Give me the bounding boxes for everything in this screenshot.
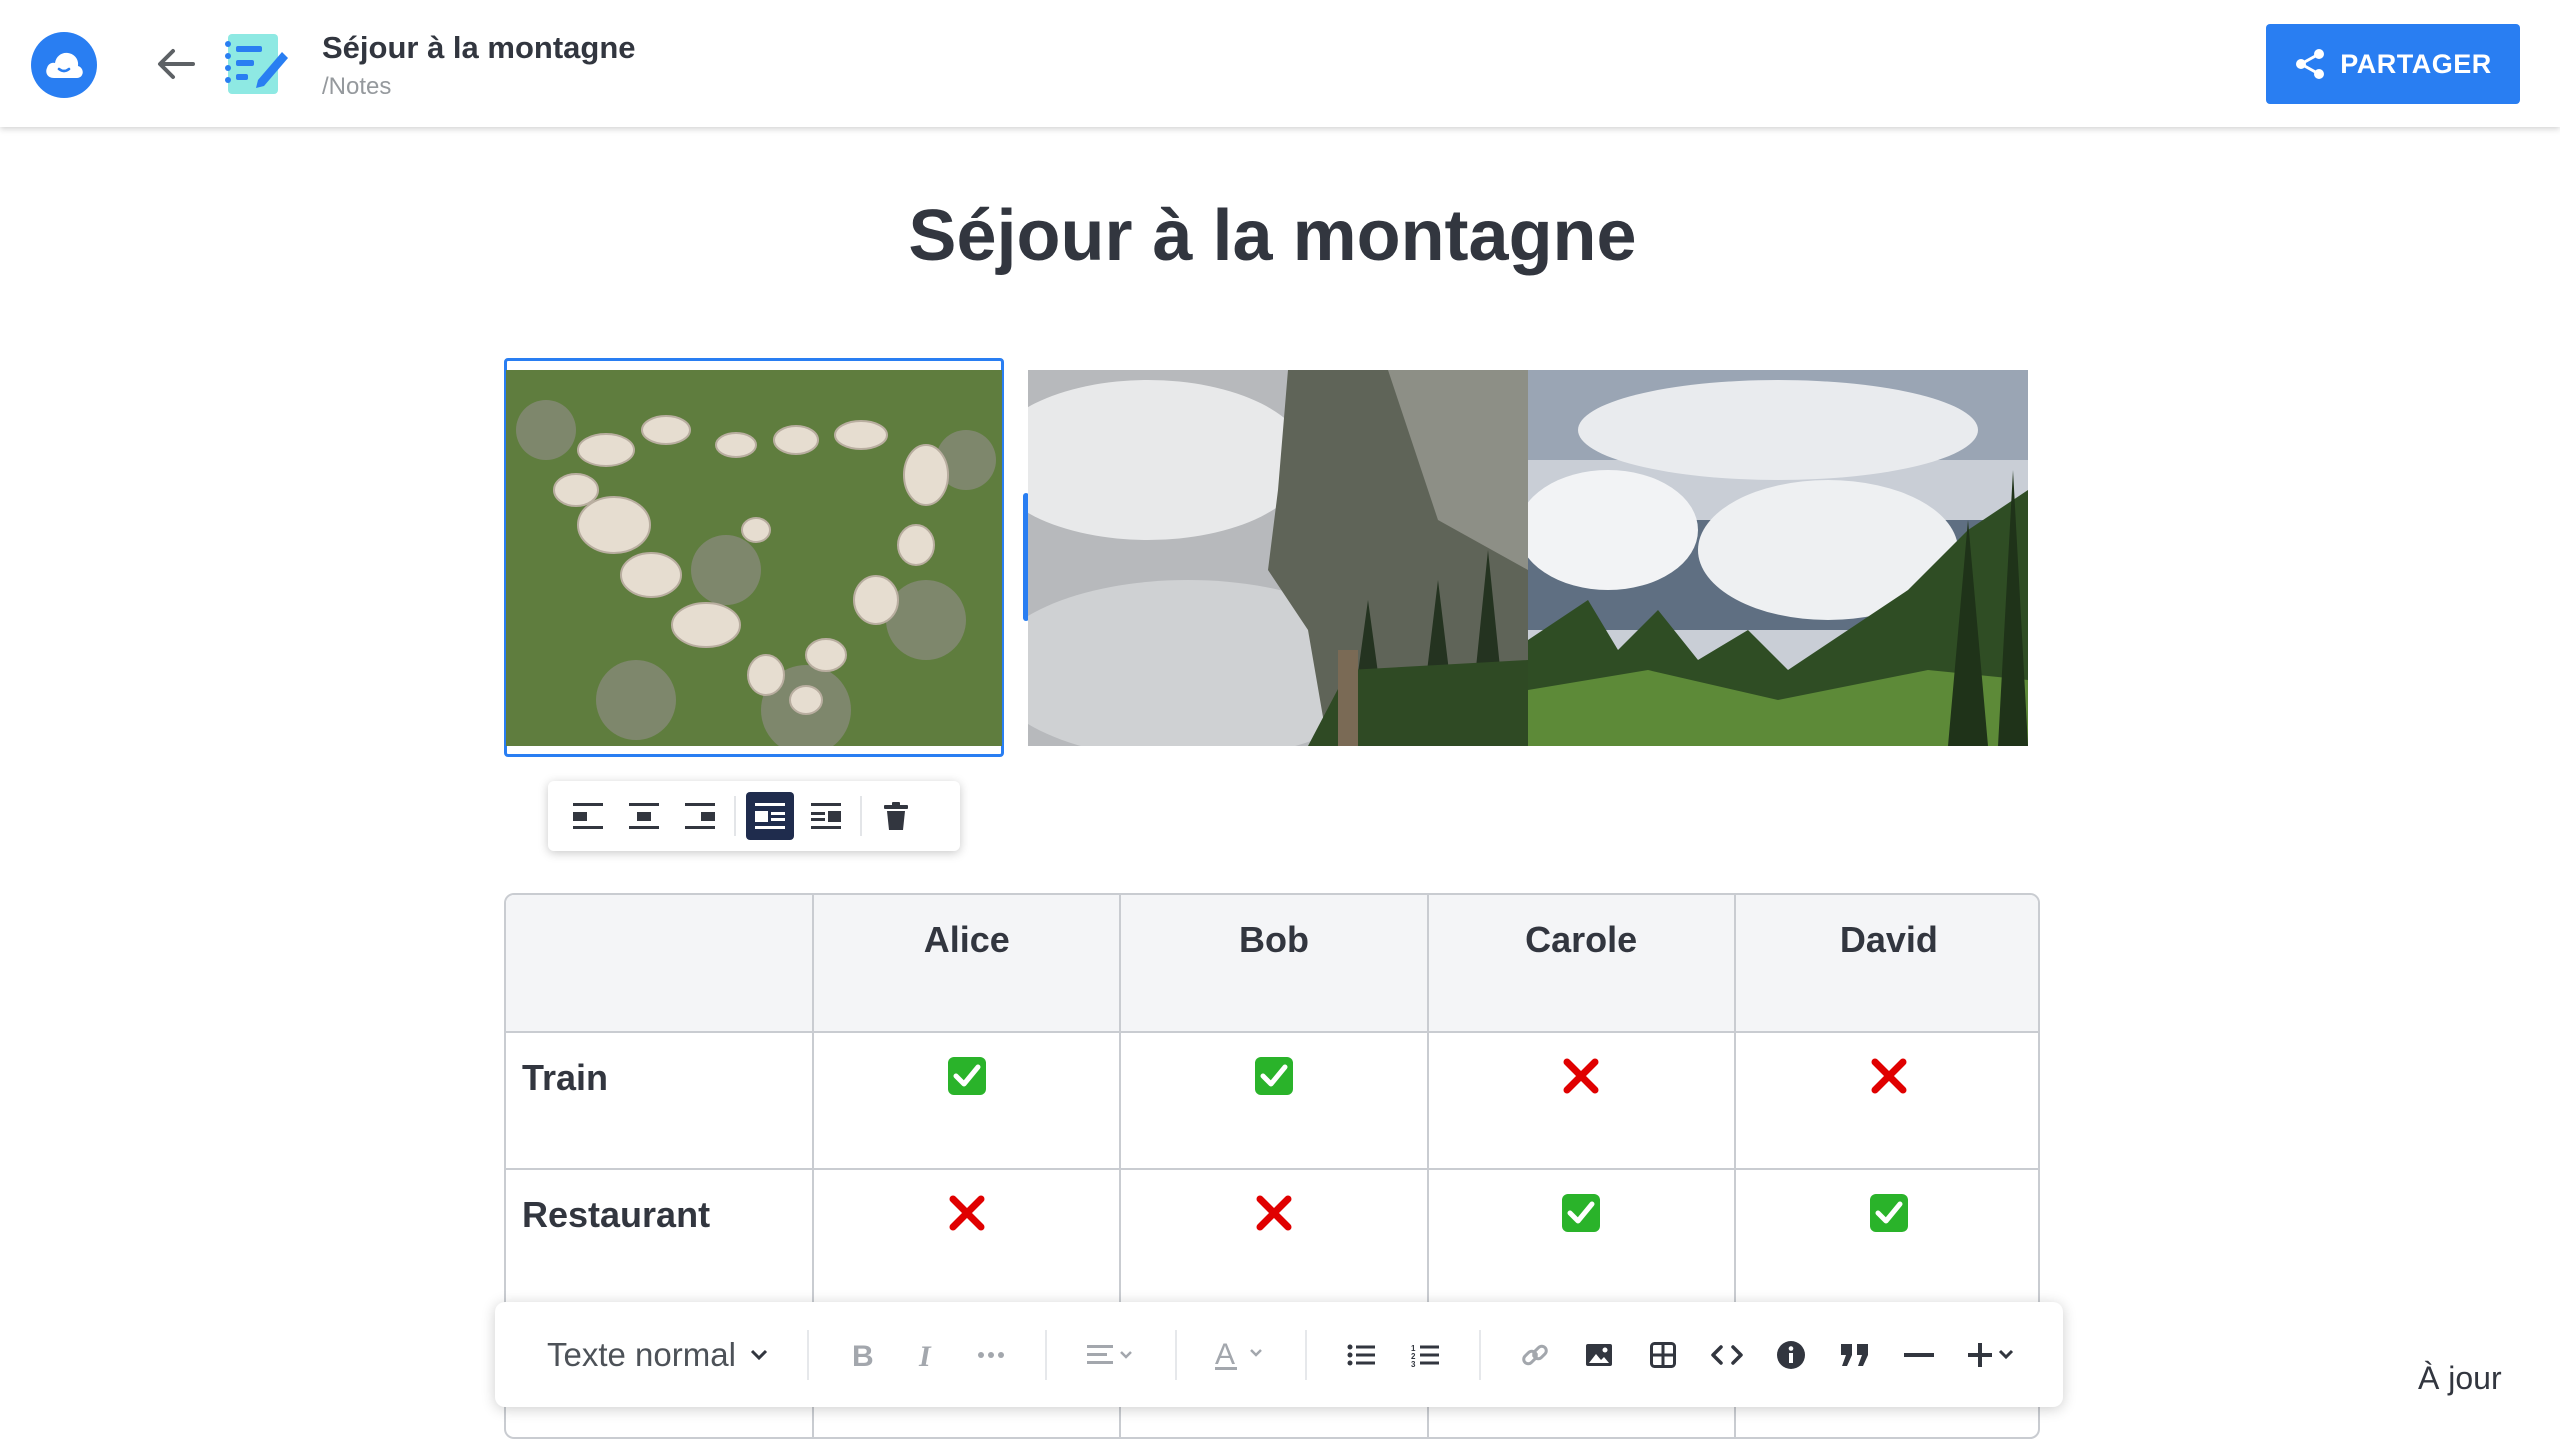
toolbar-divider bbox=[1045, 1329, 1047, 1380]
header-doc-path[interactable]: /Notes bbox=[322, 73, 391, 101]
italic-icon: I bbox=[918, 1341, 932, 1369]
check-mark-icon bbox=[947, 1057, 986, 1095]
table-header-cell[interactable]: Bob bbox=[1119, 895, 1429, 1033]
table-row: Restaurant bbox=[506, 1168, 2038, 1307]
link-icon bbox=[1522, 1344, 1548, 1365]
text-align-icon bbox=[1087, 1344, 1132, 1364]
document-title[interactable]: Séjour à la montagne bbox=[0, 195, 2545, 277]
share-icon bbox=[2296, 49, 2325, 79]
save-status: À jour bbox=[2418, 1360, 2502, 1396]
table-row-label[interactable]: Restaurant bbox=[506, 1168, 815, 1307]
toolbar-divider bbox=[1175, 1329, 1177, 1380]
table-icon bbox=[1650, 1341, 1676, 1368]
table-header-cell[interactable]: David bbox=[1733, 895, 2038, 1033]
table-row-label[interactable]: Train bbox=[506, 1031, 815, 1170]
image-stone-heart[interactable] bbox=[506, 370, 1002, 746]
wrap-left-icon bbox=[755, 803, 785, 829]
table-cell[interactable] bbox=[1119, 1168, 1429, 1307]
image-delete-button[interactable] bbox=[872, 792, 920, 840]
insert-code-button[interactable] bbox=[1695, 1327, 1759, 1383]
check-mark-icon bbox=[1562, 1194, 1601, 1232]
image-wrap-right-button[interactable] bbox=[802, 792, 850, 840]
text-style-label: Texte normal bbox=[547, 1335, 736, 1373]
toolbar-divider bbox=[1479, 1329, 1481, 1380]
trash-icon bbox=[884, 802, 908, 830]
notes-app-icon bbox=[222, 30, 290, 98]
cross-mark-icon bbox=[1255, 1194, 1293, 1232]
wrap-right-icon bbox=[811, 803, 841, 829]
share-button-label: PARTAGER bbox=[2340, 48, 2492, 79]
plus-icon bbox=[1968, 1342, 2014, 1367]
toolbar-divider bbox=[807, 1329, 809, 1380]
image-align-right-button[interactable] bbox=[676, 792, 724, 840]
quote-icon bbox=[1841, 1343, 1868, 1366]
numbered-list-button[interactable]: 123 bbox=[1393, 1327, 1457, 1383]
cross-mark-icon bbox=[948, 1194, 986, 1232]
svg-text:3: 3 bbox=[1411, 1360, 1416, 1367]
bold-button[interactable]: B bbox=[831, 1327, 895, 1383]
align-center-icon bbox=[629, 803, 659, 829]
cozy-cloud-logo-icon[interactable] bbox=[31, 32, 97, 98]
bold-icon: B bbox=[852, 1341, 874, 1369]
align-left-icon bbox=[573, 803, 603, 829]
image-icon bbox=[1586, 1343, 1612, 1366]
image-toolbar bbox=[548, 781, 960, 851]
table-header-cell[interactable] bbox=[506, 895, 815, 1033]
italic-button[interactable]: I bbox=[895, 1327, 959, 1383]
svg-text:A: A bbox=[1215, 1338, 1235, 1371]
insert-divider-button[interactable] bbox=[1887, 1327, 1951, 1383]
bullet-list-icon bbox=[1347, 1344, 1375, 1365]
cross-mark-icon bbox=[1870, 1057, 1908, 1095]
header-doc-title: Séjour à la montagne bbox=[322, 30, 636, 65]
svg-text:B: B bbox=[852, 1341, 874, 1369]
text-color-icon: A bbox=[1215, 1338, 1262, 1371]
check-mark-icon bbox=[1869, 1194, 1908, 1232]
table-header-row: Alice Bob Carole David bbox=[506, 895, 2038, 1033]
toolbar-divider bbox=[734, 796, 736, 836]
table-header-cell[interactable]: Carole bbox=[1426, 895, 1736, 1033]
toolbar-divider bbox=[860, 796, 862, 836]
image-align-left-button[interactable] bbox=[564, 792, 612, 840]
insert-table-button[interactable] bbox=[1631, 1327, 1695, 1383]
table-cell[interactable] bbox=[1426, 1168, 1736, 1307]
share-button[interactable]: PARTAGER bbox=[2266, 24, 2520, 104]
table-row: Train bbox=[506, 1031, 2038, 1170]
chevron-down-icon bbox=[750, 1349, 767, 1360]
text-style-select[interactable]: Texte normal bbox=[547, 1336, 785, 1374]
image-align-center-button[interactable] bbox=[620, 792, 668, 840]
back-arrow-icon[interactable] bbox=[155, 44, 197, 84]
check-mark-icon bbox=[1254, 1057, 1293, 1095]
more-formatting-button[interactable] bbox=[959, 1327, 1023, 1383]
text-align-dropdown[interactable] bbox=[1069, 1327, 1153, 1383]
numbered-list-icon: 123 bbox=[1411, 1344, 1439, 1367]
app-header: Séjour à la montagne /Notes PARTAGER bbox=[0, 0, 2560, 127]
table-cell[interactable] bbox=[812, 1168, 1122, 1307]
ellipsis-icon bbox=[978, 1351, 1004, 1358]
horizontal-rule-icon bbox=[1904, 1352, 1934, 1357]
insert-image-button[interactable] bbox=[1567, 1327, 1631, 1383]
table-cell[interactable] bbox=[1733, 1031, 2038, 1170]
format-toolbar: Texte normal B I A 123 bbox=[495, 1302, 2063, 1407]
svg-text:I: I bbox=[918, 1341, 932, 1369]
table-cell[interactable] bbox=[1119, 1031, 1429, 1170]
info-icon bbox=[1777, 1340, 1805, 1369]
table-cell[interactable] bbox=[1426, 1031, 1736, 1170]
insert-info-panel-button[interactable] bbox=[1759, 1327, 1823, 1383]
image-wrap-left-button[interactable] bbox=[746, 792, 794, 840]
insert-link-button[interactable] bbox=[1503, 1327, 1567, 1383]
bullet-list-button[interactable] bbox=[1329, 1327, 1393, 1383]
align-right-icon bbox=[685, 803, 715, 829]
insert-more-dropdown[interactable] bbox=[1951, 1327, 2035, 1383]
table-cell[interactable] bbox=[812, 1031, 1122, 1170]
cross-mark-icon bbox=[1562, 1057, 1600, 1095]
image-cliff-clouds[interactable] bbox=[1028, 370, 1528, 746]
image-valley-clouds[interactable] bbox=[1528, 370, 2028, 746]
toolbar-divider bbox=[1305, 1329, 1307, 1380]
code-icon bbox=[1711, 1344, 1743, 1365]
table-cell[interactable] bbox=[1733, 1168, 2038, 1307]
text-color-dropdown[interactable]: A bbox=[1199, 1327, 1283, 1383]
insert-quote-button[interactable] bbox=[1823, 1327, 1887, 1383]
table-header-cell[interactable]: Alice bbox=[812, 895, 1122, 1033]
